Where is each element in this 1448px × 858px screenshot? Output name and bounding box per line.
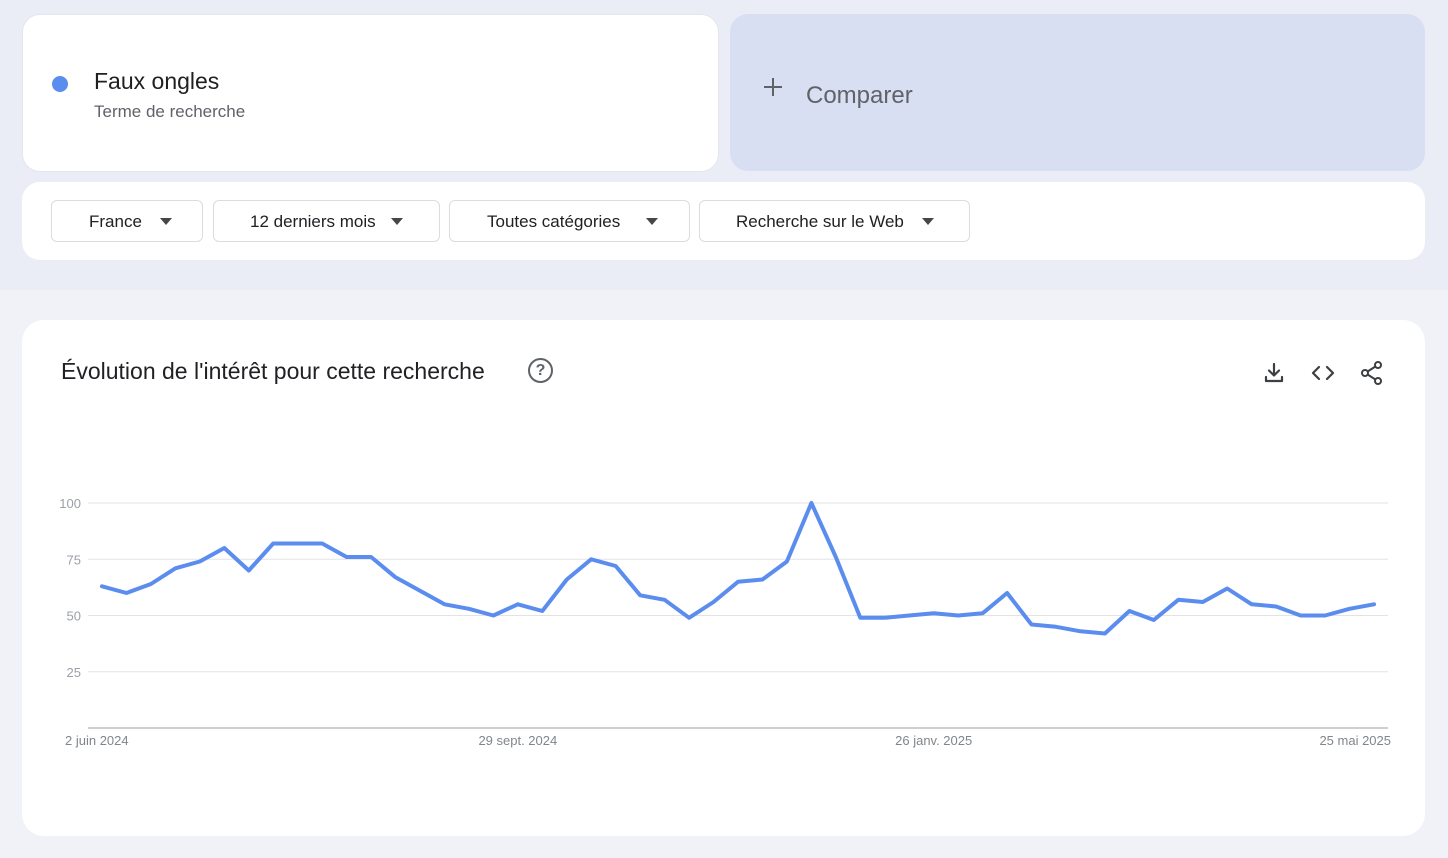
x-tick-label: 2 juin 2024 xyxy=(65,733,129,748)
search-term-type: Terme de recherche xyxy=(94,102,246,121)
filter-time-range-label: 12 derniers mois xyxy=(250,212,376,231)
filter-region[interactable]: France xyxy=(51,200,203,242)
caret-down-icon xyxy=(160,218,172,225)
compare-button[interactable]: Comparer xyxy=(730,14,1425,171)
filter-category[interactable]: Toutes catégories xyxy=(449,200,690,242)
filter-time-range[interactable]: 12 derniers mois xyxy=(213,200,440,242)
series-color-dot xyxy=(52,76,68,92)
x-tick-label: 25 mai 2025 xyxy=(1319,733,1391,748)
x-tick-label: 26 janv. 2025 xyxy=(895,733,972,748)
plus-icon xyxy=(763,77,783,97)
filter-search-type-label: Recherche sur le Web xyxy=(736,212,904,231)
y-tick-label: 100 xyxy=(59,496,81,511)
series-line xyxy=(100,501,1376,636)
y-tick-label: 50 xyxy=(67,609,81,624)
filter-category-label: Toutes catégories xyxy=(487,212,621,231)
y-tick-label: 75 xyxy=(67,552,81,567)
filter-search-type[interactable]: Recherche sur le Web xyxy=(699,200,970,242)
download-icon[interactable] xyxy=(1261,360,1287,386)
embed-code-icon[interactable] xyxy=(1310,360,1336,386)
x-tick-label: 29 sept. 2024 xyxy=(478,733,557,748)
chart-title: Évolution de l'intérêt pour cette recher… xyxy=(61,358,485,384)
search-term-name[interactable]: Faux ongles xyxy=(94,68,219,95)
line-chart: 25 50 75 100 2 juin 2024 29 sept. 2024 26 janv… xyxy=(59,496,1391,748)
caret-down-icon xyxy=(922,218,934,225)
filter-region-label: France xyxy=(89,212,142,231)
caret-down-icon xyxy=(391,218,403,225)
search-term-card[interactable]: Faux ongles Terme de recherche xyxy=(22,14,719,172)
help-icon[interactable]: ? xyxy=(528,358,553,383)
y-tick-label: 25 xyxy=(67,665,81,680)
caret-down-icon xyxy=(646,218,658,225)
share-icon[interactable] xyxy=(1359,360,1385,386)
interest-over-time-card: 25 50 75 100 2 juin 2024 29 sept. 2024 26 janv… xyxy=(22,320,1425,836)
filter-bar: France 12 derniers mois Toutes catégorie… xyxy=(22,182,1425,260)
compare-label: Comparer xyxy=(806,82,913,109)
